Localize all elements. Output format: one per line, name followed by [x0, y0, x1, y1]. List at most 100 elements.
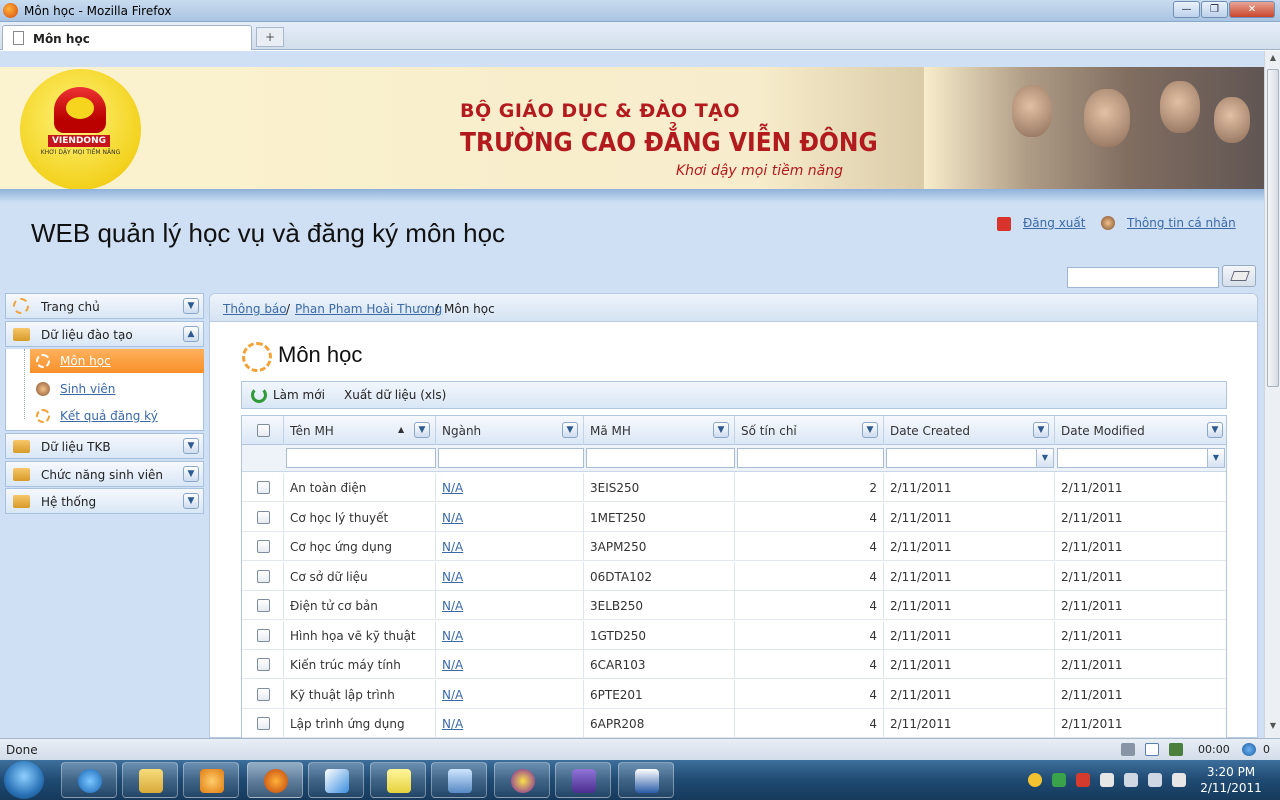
major-link[interactable]: N/A — [442, 599, 463, 613]
table-row[interactable]: An toàn điện N/A 3EIS250 2 2/11/2011 2/11/201… — [242, 473, 1226, 502]
chevron-down-icon[interactable]: ▼ — [183, 466, 199, 482]
close-button[interactable]: ✕ — [1229, 1, 1275, 18]
column-header-major[interactable]: Ngành ▼ — [436, 416, 584, 445]
column-header-date-created[interactable]: Date Created ▼ — [884, 416, 1055, 445]
export-xls-button[interactable]: Xuất dữ liệu (xls) — [344, 388, 446, 402]
column-header-date-modified[interactable]: Date Modified ▼ — [1055, 416, 1226, 445]
breadcrumb-link-notices[interactable]: Thông báo — [223, 302, 287, 316]
row-checkbox[interactable] — [257, 628, 270, 642]
major-link[interactable]: N/A — [442, 481, 463, 495]
filter-date-modified[interactable]: ▼ — [1057, 448, 1225, 468]
scrollbar-thumb[interactable] — [1267, 69, 1279, 387]
major-link[interactable]: N/A — [442, 688, 463, 702]
filter-credits-input[interactable] — [737, 448, 884, 468]
sidebar-section-system[interactable]: Hệ thống ▼ — [5, 488, 204, 514]
sidebar-item-students[interactable]: Sinh viên — [30, 377, 204, 401]
sidebar-item-subjects[interactable]: Môn học — [30, 349, 204, 373]
taskbar-media[interactable] — [183, 762, 239, 798]
tray-check-icon[interactable] — [1052, 773, 1066, 787]
calendar-dropdown-button[interactable]: ▼ — [1036, 449, 1053, 467]
chevron-down-icon[interactable]: ▼ — [183, 298, 199, 314]
filter-date-created[interactable]: ▼ — [886, 448, 1054, 468]
tray-emoticon-icon[interactable] — [1028, 773, 1042, 787]
breadcrumb-link-user[interactable]: Phan Pham Hoài Thương — [295, 302, 442, 316]
info-icon[interactable] — [1145, 743, 1159, 756]
tray-volume-icon[interactable] — [1172, 773, 1186, 787]
major-link[interactable]: N/A — [442, 540, 463, 554]
row-checkbox[interactable] — [257, 717, 270, 730]
table-row[interactable]: Điện tử cơ bản N/A 3ELB250 4 2/11/2011 2/11/2… — [242, 591, 1226, 620]
taskbar-notes[interactable] — [370, 762, 426, 798]
table-row[interactable]: Cơ học ứng dụng N/A 3APM250 4 2/11/2011 2/11/… — [242, 532, 1226, 561]
table-row[interactable]: Cơ học lý thuyết N/A 1MET250 4 2/11/2011 2/11… — [242, 502, 1226, 532]
column-header-name[interactable]: Tên MH ▲ ▼ — [284, 416, 436, 445]
taskbar-explorer[interactable] — [122, 762, 178, 798]
row-checkbox[interactable] — [257, 481, 270, 494]
table-row[interactable]: Kỹ thuật lập trình N/A 6PTE201 4 2/11/2011 2/… — [242, 679, 1226, 709]
taskbar-firefox[interactable] — [247, 762, 303, 798]
refresh-button[interactable]: Làm mới — [273, 388, 325, 402]
search-button[interactable] — [1222, 265, 1256, 287]
row-checkbox[interactable] — [257, 687, 270, 701]
column-menu-button[interactable]: ▼ — [713, 422, 729, 438]
browser-tab[interactable]: Môn học — [2, 25, 252, 50]
minimize-button[interactable]: — — [1173, 1, 1200, 18]
column-header-credits[interactable]: Số tín chỉ ▼ — [735, 416, 884, 445]
major-link[interactable]: N/A — [442, 658, 463, 672]
filter-name-input[interactable] — [286, 448, 436, 468]
table-row[interactable]: Kiến trúc máy tính N/A 6CAR103 4 2/11/2011 2/… — [242, 650, 1226, 679]
chevron-down-icon[interactable]: ▼ — [183, 438, 199, 454]
network-icon[interactable] — [1121, 743, 1135, 756]
select-all-checkbox[interactable] — [257, 424, 270, 437]
column-menu-button[interactable]: ▼ — [562, 422, 578, 438]
column-menu-button[interactable]: ▼ — [414, 422, 430, 438]
taskbar-remote[interactable] — [431, 762, 487, 798]
row-checkbox[interactable] — [257, 510, 270, 524]
table-row[interactable]: Cơ sở dữ liệu N/A 06DTA102 4 2/11/2011 2/11/2… — [242, 561, 1226, 591]
sidebar-item-registration-results[interactable]: Kết quả đăng ký — [30, 404, 204, 428]
taskbar-vs[interactable] — [555, 762, 611, 798]
row-checkbox[interactable] — [257, 599, 270, 612]
search-input[interactable] — [1067, 267, 1219, 288]
logout-link[interactable]: Đăng xuất — [1023, 216, 1085, 230]
column-menu-button[interactable]: ▼ — [1207, 422, 1223, 438]
tray-network-icon[interactable] — [1148, 773, 1162, 787]
row-checkbox[interactable] — [257, 658, 270, 671]
table-row[interactable]: Hình họa vẽ kỹ thuật N/A 1GTD250 4 2/11/2011… — [242, 620, 1226, 650]
major-link[interactable]: N/A — [442, 629, 463, 643]
globe-icon[interactable] — [1242, 743, 1256, 756]
page-scrollbar[interactable]: ▲ ▼ — [1264, 51, 1280, 738]
chevron-down-icon[interactable]: ▼ — [183, 493, 199, 509]
taskbar-clock[interactable]: 3:20 PM 2/11/2011 — [1196, 764, 1266, 796]
major-link[interactable]: N/A — [442, 570, 463, 584]
new-tab-button[interactable]: + — [256, 27, 284, 47]
table-row[interactable]: Lập trình ứng dụng N/A 6APR208 4 2/11/2011 2/… — [242, 709, 1226, 738]
tray-antivirus-icon[interactable] — [1076, 773, 1090, 787]
column-menu-button[interactable]: ▼ — [862, 422, 878, 438]
taskbar-ie[interactable] — [61, 762, 117, 798]
taskbar-yahoo[interactable] — [494, 762, 550, 798]
sidebar-section-student-functions[interactable]: Chức năng sinh viên ▼ — [5, 461, 204, 487]
sidebar-section-training-data[interactable]: Dữ liệu đào tạo ▲ — [5, 321, 204, 347]
filter-major-input[interactable] — [438, 448, 584, 468]
start-button[interactable] — [4, 761, 44, 799]
scroll-up-arrow[interactable]: ▲ — [1267, 53, 1279, 67]
filter-code-input[interactable] — [586, 448, 735, 468]
calendar-dropdown-button[interactable]: ▼ — [1207, 449, 1224, 467]
sidebar-section-schedule-data[interactable]: Dữ liệu TKB ▼ — [5, 433, 204, 459]
major-link[interactable]: N/A — [442, 511, 463, 525]
taskbar-app[interactable] — [308, 762, 364, 798]
profile-link[interactable]: Thông tin cá nhân — [1127, 216, 1236, 230]
chevron-up-icon[interactable]: ▲ — [183, 326, 199, 342]
sidebar-section-home[interactable]: Trang chủ ▼ — [5, 293, 204, 319]
row-checkbox[interactable] — [257, 569, 270, 583]
row-checkbox[interactable] — [257, 540, 270, 553]
major-link[interactable]: N/A — [442, 717, 463, 731]
column-menu-button[interactable]: ▼ — [1033, 422, 1049, 438]
monitor-icon[interactable] — [1169, 743, 1183, 756]
taskbar-word[interactable] — [618, 762, 674, 798]
tray-flag-icon[interactable] — [1100, 773, 1114, 787]
scroll-down-arrow[interactable]: ▼ — [1267, 721, 1279, 735]
column-header-code[interactable]: Mã MH ▼ — [584, 416, 735, 445]
tray-device-icon[interactable] — [1124, 773, 1138, 787]
